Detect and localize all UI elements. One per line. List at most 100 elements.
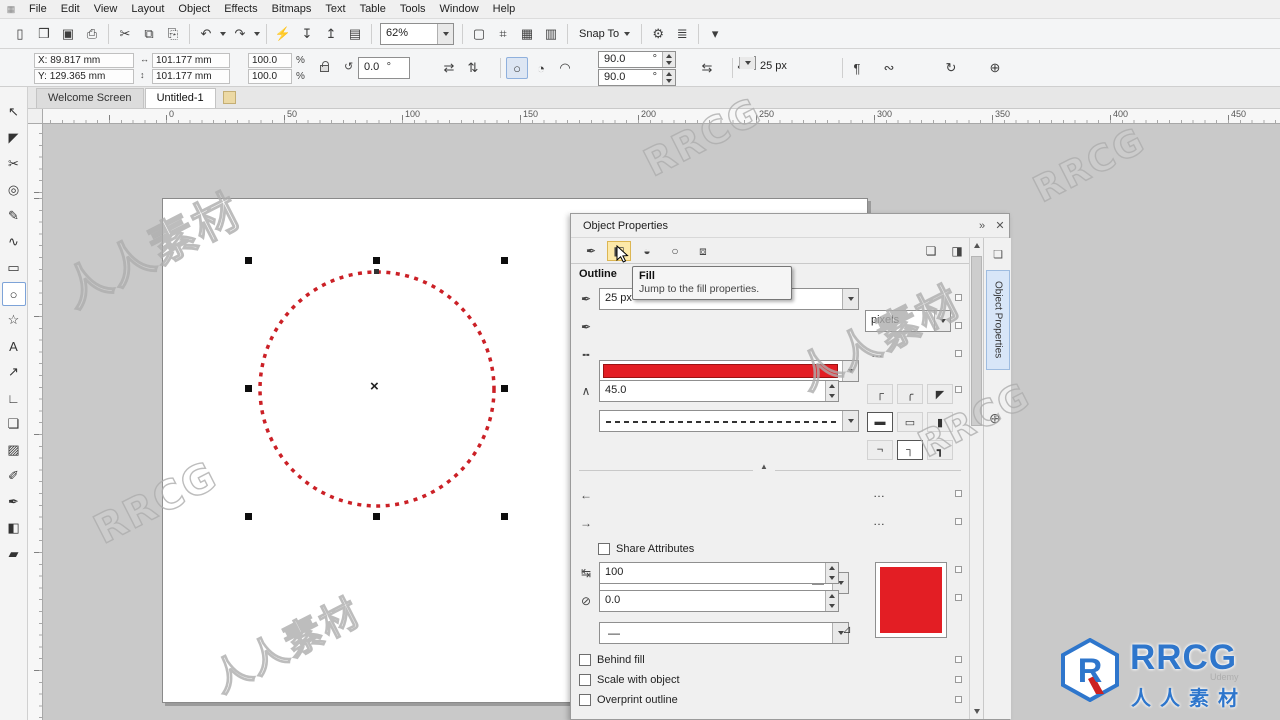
spin-up[interactable] — [826, 591, 838, 601]
connector-tool[interactable]: ∟ — [2, 386, 26, 410]
selection-handle-sw[interactable] — [245, 513, 252, 520]
change-direction-button[interactable]: ⇆ — [696, 57, 718, 79]
selection-handle-s[interactable] — [373, 513, 380, 520]
spin-up[interactable] — [663, 52, 675, 60]
menu-view[interactable]: View — [87, 1, 125, 17]
open-icon[interactable]: ❒ — [32, 22, 56, 46]
cap-round-button[interactable]: ▭ — [897, 412, 923, 432]
arc-mode-button[interactable]: ◠ — [554, 57, 576, 79]
drop-shadow-tool[interactable]: ❏ — [2, 412, 26, 436]
style-tab[interactable]: ○ — [663, 241, 687, 261]
menu-help[interactable]: Help — [486, 1, 523, 17]
share-attributes-checkbox[interactable] — [598, 543, 610, 555]
object-properties-side-tab[interactable]: Object Properties — [986, 270, 1010, 370]
search-content-icon[interactable]: ⚡ — [271, 22, 295, 46]
refresh-button[interactable]: ↻ — [940, 57, 962, 79]
selected-object[interactable]: × — [245, 257, 508, 520]
cap-butt-button[interactable]: ▬ — [867, 412, 893, 432]
publish-pdf-icon[interactable]: ▤ — [343, 22, 367, 46]
outline-units-combo[interactable]: pixels — [865, 310, 951, 332]
selection-handle-n[interactable] — [373, 257, 380, 264]
print-icon[interactable]: ⎙ — [80, 22, 104, 46]
new-document-icon[interactable]: ▯ — [8, 22, 32, 46]
copy-icon[interactable]: ⧉ — [137, 22, 161, 46]
stretch-field[interactable]: 100 — [599, 562, 839, 584]
freehand-tool[interactable]: ✎ — [2, 204, 26, 228]
position-inside-button[interactable]: ┓ — [927, 440, 953, 460]
spin-down[interactable] — [826, 391, 838, 401]
miter-limit-field[interactable]: 45.0 — [599, 380, 839, 402]
dropdown-arrow[interactable] — [842, 361, 858, 381]
fill-tool[interactable]: ◧ — [2, 516, 26, 540]
outline-color-combo[interactable] — [599, 360, 859, 382]
end-arrowhead-settings-button[interactable]: … — [873, 514, 886, 528]
pick-tool[interactable]: ↖ — [2, 100, 26, 124]
lock-ratio-icon[interactable] — [314, 58, 334, 78]
outline-width-combo[interactable]: 25 px — [739, 56, 787, 72]
menu-bitmaps[interactable]: Bitmaps — [265, 1, 319, 17]
docker-tab-icon[interactable]: ❏ — [988, 244, 1008, 264]
transparency-tool[interactable]: ▨ — [2, 438, 26, 462]
scroll-down-button[interactable] — [970, 704, 983, 719]
zoom-tool[interactable]: ◎ — [2, 178, 26, 202]
redo-icon[interactable]: ↷ — [228, 22, 252, 46]
menu-object[interactable]: Object — [171, 1, 217, 17]
transparency-tab[interactable]: ◒ — [635, 241, 659, 261]
toolbar-overflow-icon[interactable]: ▾ — [703, 22, 727, 46]
options-icon[interactable]: ⚙ — [646, 22, 670, 46]
corner-miter-button[interactable]: ┌ — [867, 384, 893, 404]
transformation-tab[interactable]: ⧈ — [691, 241, 715, 261]
vertical-ruler[interactable] — [28, 124, 43, 720]
object-width-field[interactable]: 101.177 mm — [152, 53, 230, 68]
position-outside-button[interactable]: ¬ — [867, 440, 893, 460]
add-button[interactable]: ⊕ — [984, 57, 1006, 79]
full-screen-preview-icon[interactable]: ▢ — [467, 22, 491, 46]
spin-down[interactable] — [826, 601, 838, 611]
redo-dropdown[interactable] — [252, 22, 262, 46]
start-arrowhead-settings-button[interactable]: … — [873, 486, 886, 500]
parallel-dimension-tool[interactable]: ↗ — [2, 360, 26, 384]
object-y-field[interactable]: Y: 129.365 mm — [34, 69, 134, 84]
snap-to-button[interactable]: Snap To — [572, 25, 637, 43]
end-angle-field[interactable]: 90.0 ° — [598, 69, 676, 86]
menu-table[interactable]: Table — [353, 1, 393, 17]
polygon-tool[interactable]: ☆ — [2, 308, 26, 332]
show-guidelines-icon[interactable]: ▥ — [539, 22, 563, 46]
selection-handle-w[interactable] — [245, 385, 252, 392]
spin-up[interactable] — [826, 381, 838, 391]
outline-pen-tool[interactable]: ✒ — [2, 490, 26, 514]
undo-dropdown[interactable] — [218, 22, 228, 46]
mirror-horizontal-button[interactable]: ⇄ — [438, 57, 460, 79]
docker-options-button[interactable]: ◨ — [945, 241, 969, 261]
crop-tool[interactable]: ✂ — [2, 152, 26, 176]
scale-x-field[interactable]: 100.0 — [248, 53, 292, 68]
menu-layout[interactable]: Layout — [124, 1, 171, 17]
shape-tool[interactable]: ◤ — [2, 126, 26, 150]
selection-handle-se[interactable] — [501, 513, 508, 520]
tilt-field[interactable]: 0.0 — [599, 590, 839, 612]
spin-down[interactable] — [826, 573, 838, 583]
quick-customize-button[interactable]: ⊕ — [989, 410, 1001, 427]
position-centered-button[interactable]: ┐ — [897, 440, 923, 460]
import-icon[interactable]: ↧ — [295, 22, 319, 46]
ellipse-tool[interactable]: ○ — [1, 282, 26, 306]
dropdown-arrow[interactable] — [934, 311, 950, 331]
rectangle-tool[interactable]: ▭ — [2, 256, 26, 280]
mirror-vertical-button[interactable]: ⇅ — [462, 57, 484, 79]
dropdown-arrow[interactable] — [842, 289, 858, 309]
horizontal-ruler[interactable]: 0 50 100 150 200 250 300 350 400 450 — [43, 109, 1280, 124]
rotation-angle-field[interactable]: 0.0 ° — [358, 57, 410, 79]
menu-edit[interactable]: Edit — [54, 1, 87, 17]
spin-up[interactable] — [826, 563, 838, 573]
application-launcher-icon[interactable]: ≣ — [670, 22, 694, 46]
scroll-thumb[interactable] — [971, 256, 982, 426]
selection-handle-nw[interactable] — [245, 257, 252, 264]
interactive-fill-tool[interactable]: ▰ — [2, 542, 26, 566]
line-style-combo[interactable] — [599, 410, 859, 432]
convert-to-curves-button[interactable]: ∾ — [878, 57, 900, 79]
scale-y-field[interactable]: 100.0 — [248, 69, 292, 84]
object-height-field[interactable]: 101.177 mm — [152, 69, 230, 84]
spin-up[interactable] — [663, 70, 675, 78]
wrap-toggle-button[interactable]: ❏ — [919, 241, 943, 261]
docker-scrollbar[interactable] — [969, 238, 983, 719]
